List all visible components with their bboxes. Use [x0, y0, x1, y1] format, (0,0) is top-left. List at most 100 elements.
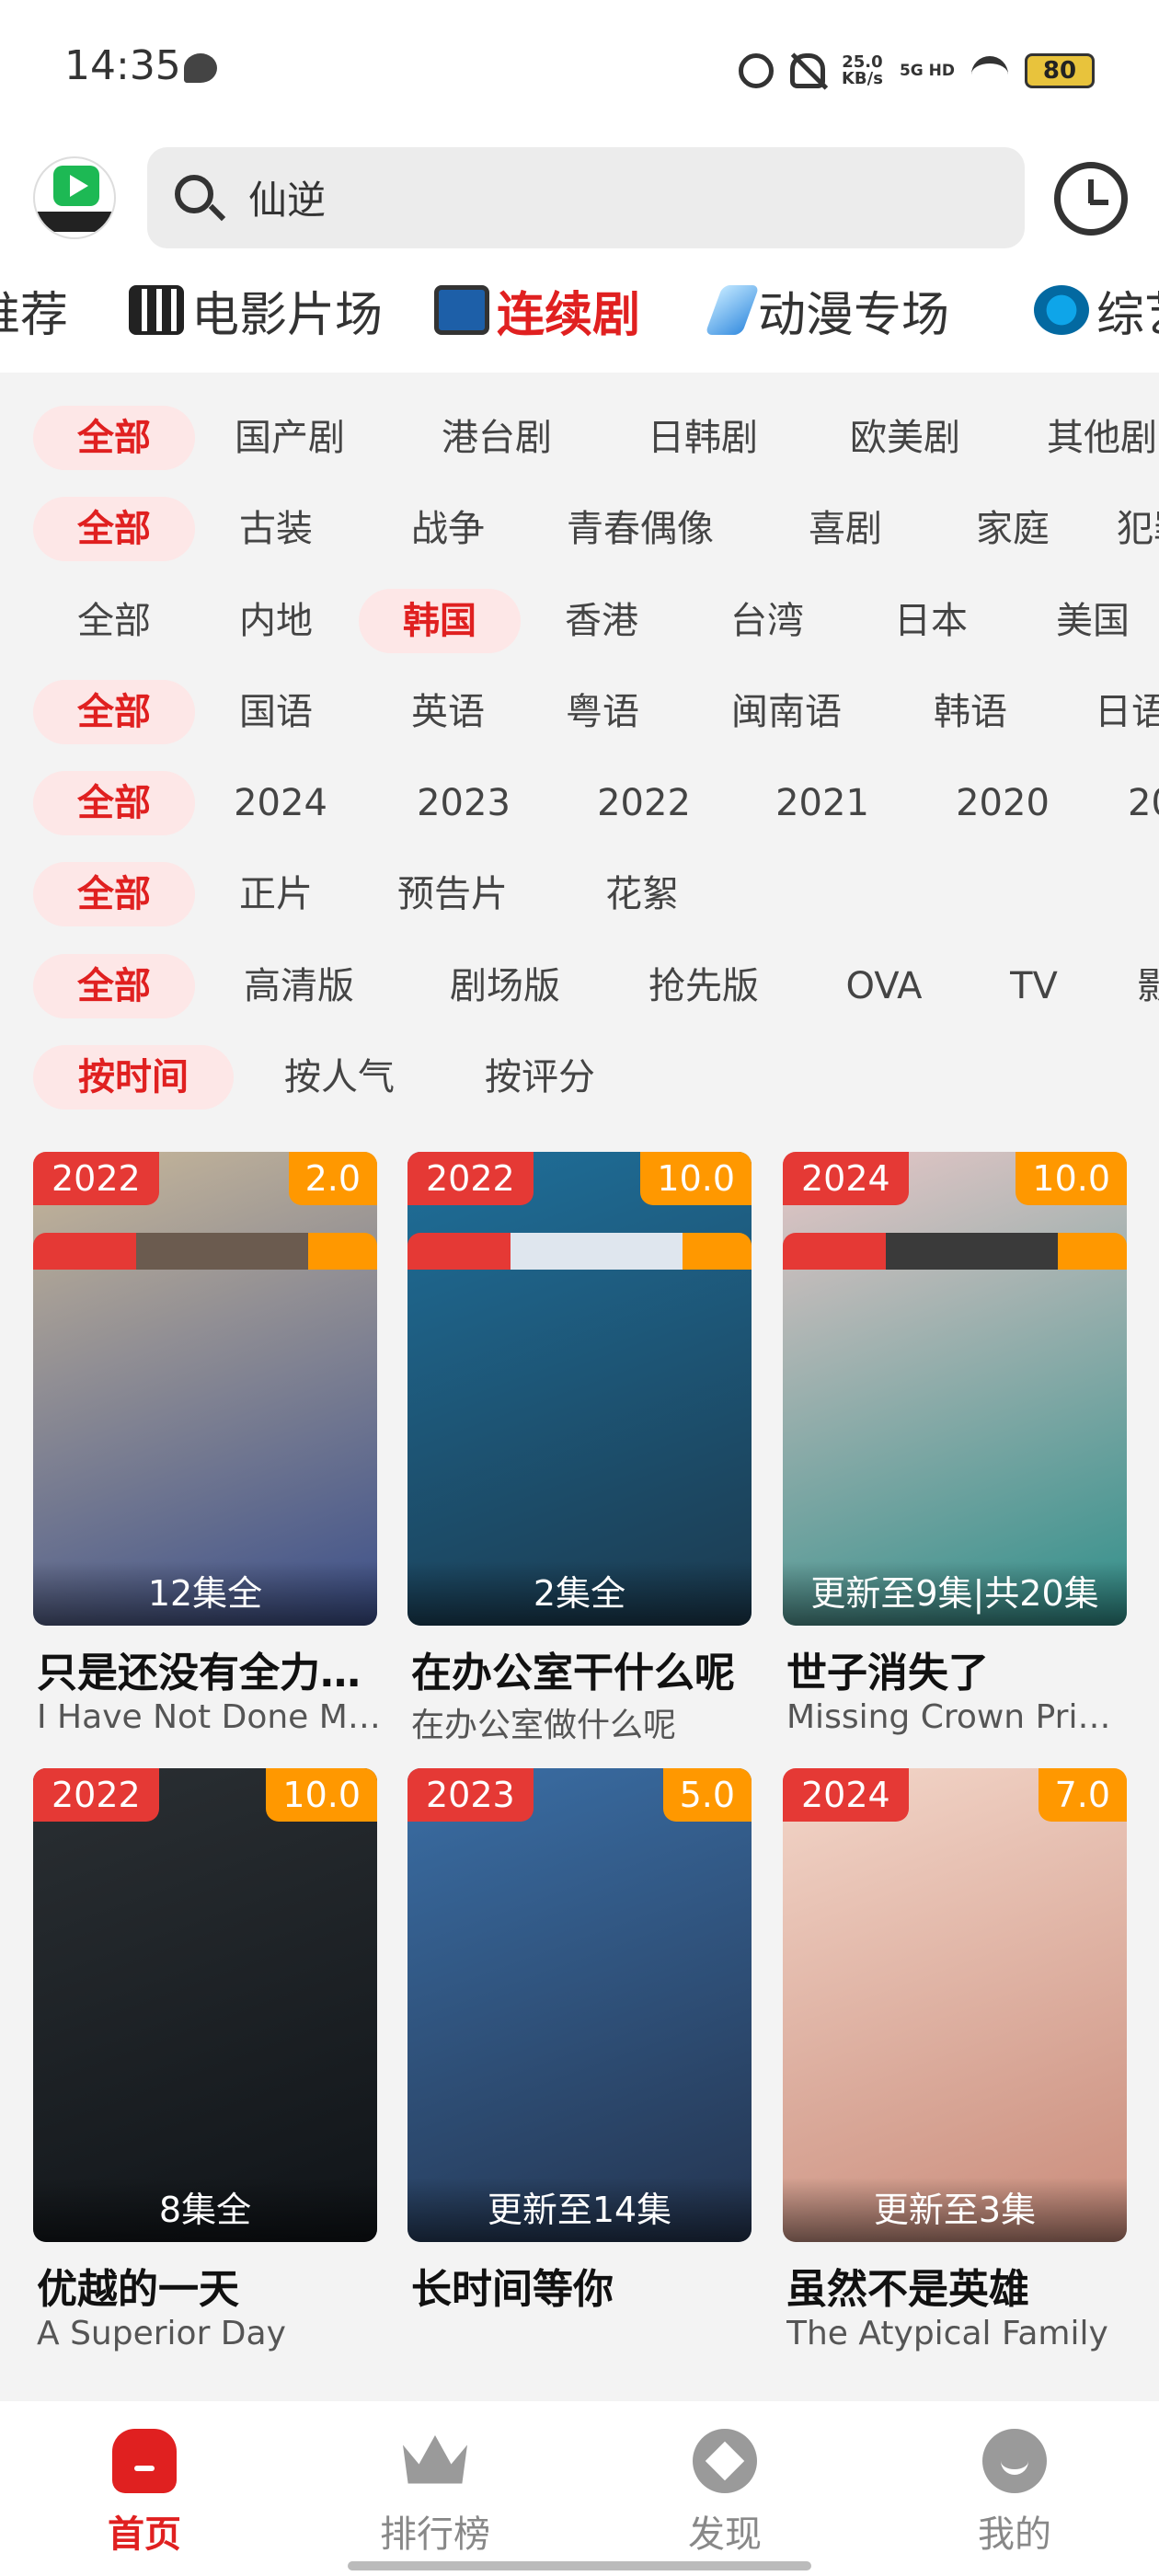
filter-chip[interactable]: 2019: [1128, 771, 1159, 835]
filter-chip[interactable]: 闽南语: [717, 680, 855, 744]
filter-chip[interactable]: 高清版: [230, 954, 368, 1018]
filter-panel: 全部国产剧港台剧日韩剧欧美剧其他剧全部古装战争青春偶像喜剧家庭犯罪全部内地韩国香…: [0, 391, 1159, 1121]
partial-card[interactable]: [407, 1233, 752, 1270]
filter-chip[interactable]: 日本: [885, 589, 977, 653]
discover-icon: [693, 2429, 757, 2493]
filter-chip[interactable]: 全部: [33, 589, 195, 653]
filter-chip[interactable]: 国语: [230, 680, 322, 744]
filter-chip-selected[interactable]: 全部: [33, 771, 195, 836]
filter-chip[interactable]: 家庭: [962, 497, 1063, 561]
tab-variety[interactable]: 综艺: [1034, 278, 1159, 343]
poster-art: [407, 1768, 752, 2242]
card-title[interactable]: 只是还没有全力以赴而已: [37, 1639, 381, 1698]
poster-image[interactable]: 2022 10.0 2集全: [407, 1152, 752, 1626]
filter-chip[interactable]: 青春偶像: [548, 497, 732, 561]
status-bar: 14:35 25.0 KB/s 5G HD 80: [0, 0, 1159, 138]
filter-chip-selected[interactable]: 全部: [33, 862, 195, 927]
filter-chip[interactable]: 抢先版: [635, 954, 773, 1018]
card-title[interactable]: 优越的一天: [37, 2256, 381, 2315]
filter-chip[interactable]: 内地: [230, 589, 322, 653]
card-title[interactable]: 虽然不是英雄: [786, 2256, 1130, 2315]
tab-movies[interactable]: 电影片场: [129, 278, 383, 343]
filter-chip[interactable]: 韩语: [920, 680, 1021, 744]
year-badge: 2023: [407, 1768, 534, 1822]
filter-chip-selected[interactable]: 按时间: [33, 1045, 234, 1110]
card-title[interactable]: 长时间等你: [411, 2256, 755, 2315]
year-badge: 2022: [33, 1768, 159, 1822]
history-icon[interactable]: [1054, 162, 1128, 236]
card-subtitle: I Have Not Done My Best Yet: [37, 1698, 381, 1736]
play-icon: [53, 166, 99, 206]
tab-series[interactable]: 连续剧: [434, 278, 640, 343]
filter-chip[interactable]: OVA: [833, 954, 935, 1018]
tab-recommend[interactable]: 推荐: [0, 278, 68, 343]
filter-chip[interactable]: 按评分: [471, 1045, 609, 1110]
filter-chip[interactable]: 喜剧: [795, 497, 896, 561]
episode-status: 2集全: [407, 1561, 752, 1626]
nav-ranking-label: 排行榜: [380, 2513, 490, 2556]
episode-status: 更新至9集|共20集: [783, 1561, 1127, 1626]
disc-icon: [1034, 285, 1089, 335]
filter-chip[interactable]: 古装: [230, 497, 322, 561]
search-icon: [175, 175, 213, 213]
nav-me[interactable]: 我的: [923, 2429, 1107, 2558]
card-subtitle: 在办公室做什么呢: [411, 1707, 677, 1744]
filter-chip[interactable]: 台湾: [721, 589, 813, 653]
poster-art: [33, 1768, 377, 2242]
score-badge: 5.0: [662, 1768, 752, 1822]
category-tabs: 推荐 电影片场 连续剧 动漫专场 综艺: [0, 258, 1159, 373]
partial-card[interactable]: [33, 1233, 377, 1270]
search-input[interactable]: [248, 167, 984, 226]
filter-chip[interactable]: 粤语: [552, 680, 653, 744]
filter-chip[interactable]: 战争: [397, 497, 499, 561]
filter-chip[interactable]: 2022: [589, 771, 699, 835]
filter-chip[interactable]: 日语: [1085, 680, 1159, 744]
card-title[interactable]: 世子消失了: [786, 1639, 1130, 1698]
poster-image[interactable]: 2022 2.0 12集全: [33, 1152, 377, 1626]
filter-chip[interactable]: 正片: [230, 862, 322, 926]
poster-image[interactable]: 2024 7.0 更新至3集: [783, 1768, 1127, 2242]
filter-chip[interactable]: 2020: [947, 771, 1058, 835]
filter-chip[interactable]: 英语: [397, 680, 499, 744]
filter-chip[interactable]: 香港: [556, 589, 648, 653]
poster-image[interactable]: 2023 5.0 更新至14集: [407, 1768, 752, 2242]
card-title[interactable]: 在办公室干什么呢: [411, 1639, 755, 1698]
search-header: [0, 138, 1159, 258]
poster-art: [33, 1152, 377, 1626]
filter-chip[interactable]: 2021: [767, 771, 878, 835]
filter-chip[interactable]: 其他剧: [1038, 406, 1159, 470]
partial-card[interactable]: [783, 1233, 1127, 1270]
nav-discover[interactable]: 发现: [633, 2429, 817, 2558]
filter-chip[interactable]: 影: [1128, 954, 1159, 1018]
clapperboard-icon: [129, 285, 184, 335]
comet-icon: [705, 285, 760, 335]
filter-chip[interactable]: 按人气: [270, 1045, 408, 1110]
poster-image[interactable]: 2024 10.0 更新至9集|共20集: [783, 1152, 1127, 1626]
network-speed: 25.0 KB/s: [841, 52, 883, 88]
year-badge: 2024: [783, 1768, 909, 1822]
filter-chip[interactable]: 2024: [230, 771, 331, 835]
filter-chip[interactable]: 预告片: [397, 862, 508, 926]
score-badge: 10.0: [266, 1768, 377, 1822]
filter-chip[interactable]: 欧美剧: [841, 406, 970, 470]
nav-home[interactable]: 首页: [52, 2429, 236, 2558]
poster-image[interactable]: 2022 10.0 8集全: [33, 1768, 377, 2242]
filter-chip-selected[interactable]: 全部: [33, 406, 195, 470]
filter-chip[interactable]: 港台剧: [432, 406, 561, 470]
filter-chip-selected[interactable]: 全部: [33, 679, 195, 744]
filter-chip-selected[interactable]: 全部: [33, 497, 195, 562]
filter-chip[interactable]: 日韩剧: [638, 406, 767, 470]
filter-chip[interactable]: 国产剧: [230, 406, 350, 470]
filter-chip[interactable]: 剧场版: [436, 954, 574, 1018]
filter-chip[interactable]: 2023: [408, 771, 519, 835]
filter-chip[interactable]: 花絮: [596, 862, 688, 926]
filter-chip-selected[interactable]: 全部: [33, 953, 195, 1018]
tab-anime[interactable]: 动漫专场: [705, 278, 949, 343]
nav-ranking[interactable]: 排行榜: [343, 2429, 527, 2558]
search-bar[interactable]: [147, 147, 1025, 248]
filter-chip[interactable]: 美国: [1047, 589, 1139, 653]
filter-chip[interactable]: TV: [997, 954, 1071, 1018]
app-logo[interactable]: [33, 156, 116, 239]
filter-chip-selected[interactable]: 韩国: [359, 588, 521, 653]
filter-chip[interactable]: 犯罪: [1117, 497, 1159, 561]
